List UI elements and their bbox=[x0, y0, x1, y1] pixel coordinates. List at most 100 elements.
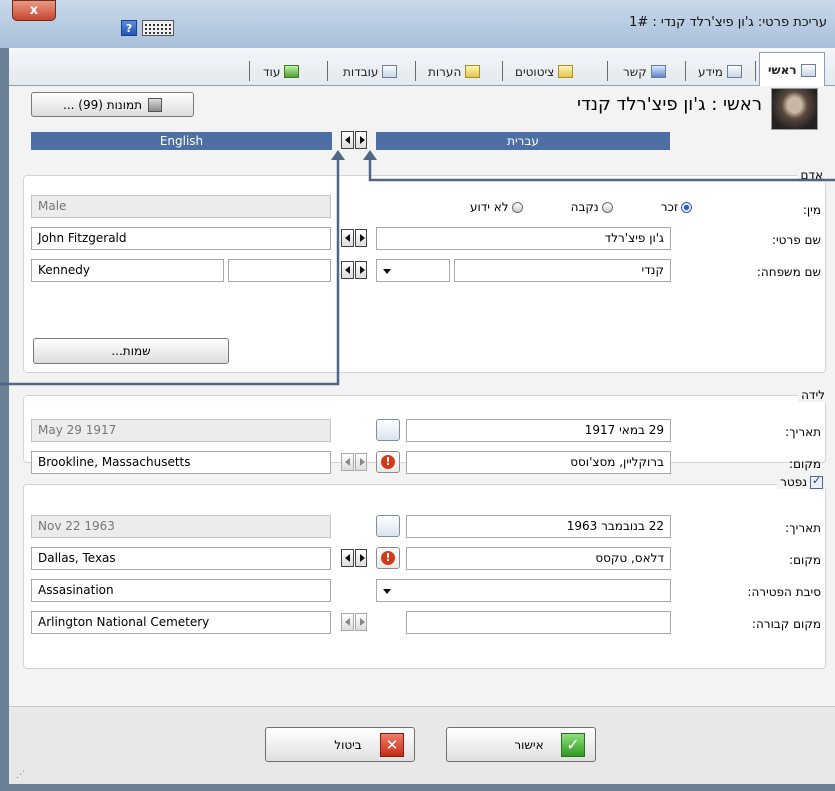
tab-label: ראשי bbox=[768, 63, 797, 77]
radio-selected-icon bbox=[681, 201, 692, 213]
tab-label: ציטוטים bbox=[515, 64, 555, 79]
tab-divider bbox=[685, 61, 686, 81]
death-place-label: מקום: bbox=[789, 553, 821, 567]
tab-quotes[interactable]: ציטוטים bbox=[507, 57, 581, 86]
tab-main[interactable]: ראשי bbox=[759, 52, 825, 87]
burial-place-copy-arrows[interactable] bbox=[341, 613, 367, 631]
arrow-left-icon[interactable] bbox=[341, 453, 354, 471]
resize-grip-icon[interactable]: ⋰ bbox=[16, 770, 25, 780]
tab-label: מידע bbox=[698, 64, 723, 79]
main-tab-icon bbox=[800, 63, 816, 77]
death-section-header: נפטר bbox=[777, 474, 826, 489]
tab-label: עוד bbox=[263, 64, 281, 79]
calendar-icon[interactable] bbox=[376, 515, 400, 537]
tab-divider bbox=[607, 61, 608, 81]
given-name-copy-arrows[interactable] bbox=[341, 229, 367, 247]
death-date-label: תאריך: bbox=[785, 521, 821, 535]
tab-info[interactable]: מידע bbox=[690, 57, 750, 86]
ok-button[interactable]: ✓ אישור bbox=[446, 727, 596, 762]
death-date-hebrew-field[interactable]: 22 בנובמבר 1963 bbox=[406, 515, 671, 538]
close-button[interactable]: x bbox=[12, 0, 56, 21]
tab-label: הערות bbox=[428, 64, 462, 79]
arrow-right-icon[interactable] bbox=[354, 261, 367, 279]
footer bbox=[9, 706, 835, 784]
birth-place-copy-arrows[interactable] bbox=[341, 453, 367, 471]
death-cause-label: סיבת הפטירה: bbox=[747, 585, 821, 599]
person-photo[interactable] bbox=[771, 88, 818, 130]
arrow-right-icon[interactable] bbox=[354, 229, 367, 247]
calendar-icon[interactable] bbox=[376, 419, 400, 441]
birth-date-english-field: May 29 1917 bbox=[31, 419, 331, 442]
arrow-left-icon[interactable] bbox=[341, 613, 354, 631]
place-warning-button[interactable]: ! bbox=[376, 547, 400, 569]
radio-label: נקבה bbox=[570, 200, 599, 214]
gender-label: מין: bbox=[802, 203, 821, 217]
cancel-button[interactable]: ✕ ביטול bbox=[265, 727, 415, 762]
arrow-right-icon[interactable] bbox=[354, 613, 367, 631]
given-name-english-field[interactable]: John Fitzgerald bbox=[31, 227, 331, 250]
gender-female-radio[interactable]: נקבה bbox=[571, 200, 613, 214]
keyboard-icon[interactable] bbox=[142, 20, 174, 36]
tab-contact[interactable]: קשר bbox=[615, 57, 674, 86]
tab-divider bbox=[327, 61, 328, 81]
gender-english-field: Male bbox=[31, 195, 331, 218]
names-button[interactable]: שמות... bbox=[33, 338, 229, 364]
death-place-english-field[interactable]: Dallas, Texas bbox=[31, 547, 331, 570]
arrow-left-icon[interactable] bbox=[341, 131, 354, 149]
birth-date-hebrew-field[interactable]: 29 במאי 1917 bbox=[406, 419, 671, 442]
surname-english-field[interactable]: Kennedy bbox=[31, 259, 224, 282]
swap-language-arrows[interactable] bbox=[341, 131, 367, 149]
checkmark-icon: ✓ bbox=[561, 732, 585, 757]
given-name-hebrew-field[interactable]: ג'ון פיצ'רלד bbox=[376, 227, 671, 250]
arrow-right-icon[interactable] bbox=[354, 549, 367, 567]
photos-button[interactable]: תמונות (99) ... bbox=[31, 92, 194, 117]
arrow-left-icon[interactable] bbox=[341, 549, 354, 567]
tab-notes[interactable]: הערות bbox=[420, 57, 488, 86]
arrow-right-icon[interactable] bbox=[354, 131, 367, 149]
death-cause-english-field[interactable]: Assasination bbox=[31, 579, 331, 602]
photos-button-label: תמונות (99) ... bbox=[63, 97, 142, 112]
death-date-english-field: Nov 22 1963 bbox=[31, 515, 331, 538]
burial-place-hebrew-field[interactable] bbox=[406, 611, 671, 634]
english-header: English bbox=[31, 132, 332, 150]
quotes-icon bbox=[558, 65, 574, 78]
window-title: עריכת פרטי: ג'ון פיצ'רלד קנדי : 1# bbox=[629, 15, 827, 30]
death-place-hebrew-field[interactable]: דלאס, טקסס bbox=[406, 547, 671, 570]
tab-divider bbox=[502, 61, 503, 81]
surname-hebrew-field[interactable]: קנדי bbox=[454, 259, 671, 282]
surname-prefix-dropdown[interactable] bbox=[376, 259, 450, 282]
deceased-checkbox[interactable] bbox=[810, 474, 823, 489]
surname-english-suffix-field[interactable] bbox=[228, 259, 331, 282]
tab-label: עובדות bbox=[343, 64, 379, 79]
ok-button-label: אישור bbox=[514, 737, 544, 752]
warning-icon: ! bbox=[381, 455, 395, 469]
surname-copy-arrows[interactable] bbox=[341, 261, 367, 279]
death-section-label: נפטר bbox=[780, 475, 807, 489]
radio-icon bbox=[511, 201, 523, 213]
place-warning-button[interactable]: ! bbox=[376, 451, 400, 473]
gender-unknown-radio[interactable]: לא ידוע bbox=[470, 200, 523, 214]
radio-label: זכר bbox=[660, 200, 678, 214]
burial-place-english-field[interactable]: Arlington National Cemetery bbox=[31, 611, 331, 634]
gender-male-radio[interactable]: זכר bbox=[661, 200, 692, 214]
cancel-button-label: ביטול bbox=[334, 737, 362, 752]
birth-place-english-field[interactable]: Brookline, Massachusetts bbox=[31, 451, 331, 474]
warning-icon: ! bbox=[381, 551, 395, 565]
death-place-copy-arrows[interactable] bbox=[341, 549, 367, 567]
arrow-left-icon[interactable] bbox=[341, 261, 354, 279]
notes-icon bbox=[465, 65, 481, 78]
arrow-right-icon[interactable] bbox=[354, 453, 367, 471]
birth-date-label: תאריך: bbox=[785, 425, 821, 439]
gender-radio-group: זכר נקבה לא ידוע bbox=[470, 200, 692, 214]
burial-place-label: מקום קבורה: bbox=[751, 617, 821, 631]
tab-more[interactable]: עוד bbox=[255, 57, 307, 86]
death-cause-dropdown[interactable] bbox=[376, 579, 671, 602]
tab-facts[interactable]: עובדות bbox=[335, 57, 405, 86]
help-button[interactable]: ? bbox=[121, 20, 137, 36]
tab-label: קשר bbox=[623, 64, 647, 79]
hebrew-header: עברית bbox=[376, 132, 670, 150]
tab-divider bbox=[249, 61, 250, 81]
home-icon bbox=[650, 65, 666, 78]
birth-place-hebrew-field[interactable]: ברוקליין, מסצ'וסס bbox=[406, 451, 671, 474]
arrow-left-icon[interactable] bbox=[341, 229, 354, 247]
